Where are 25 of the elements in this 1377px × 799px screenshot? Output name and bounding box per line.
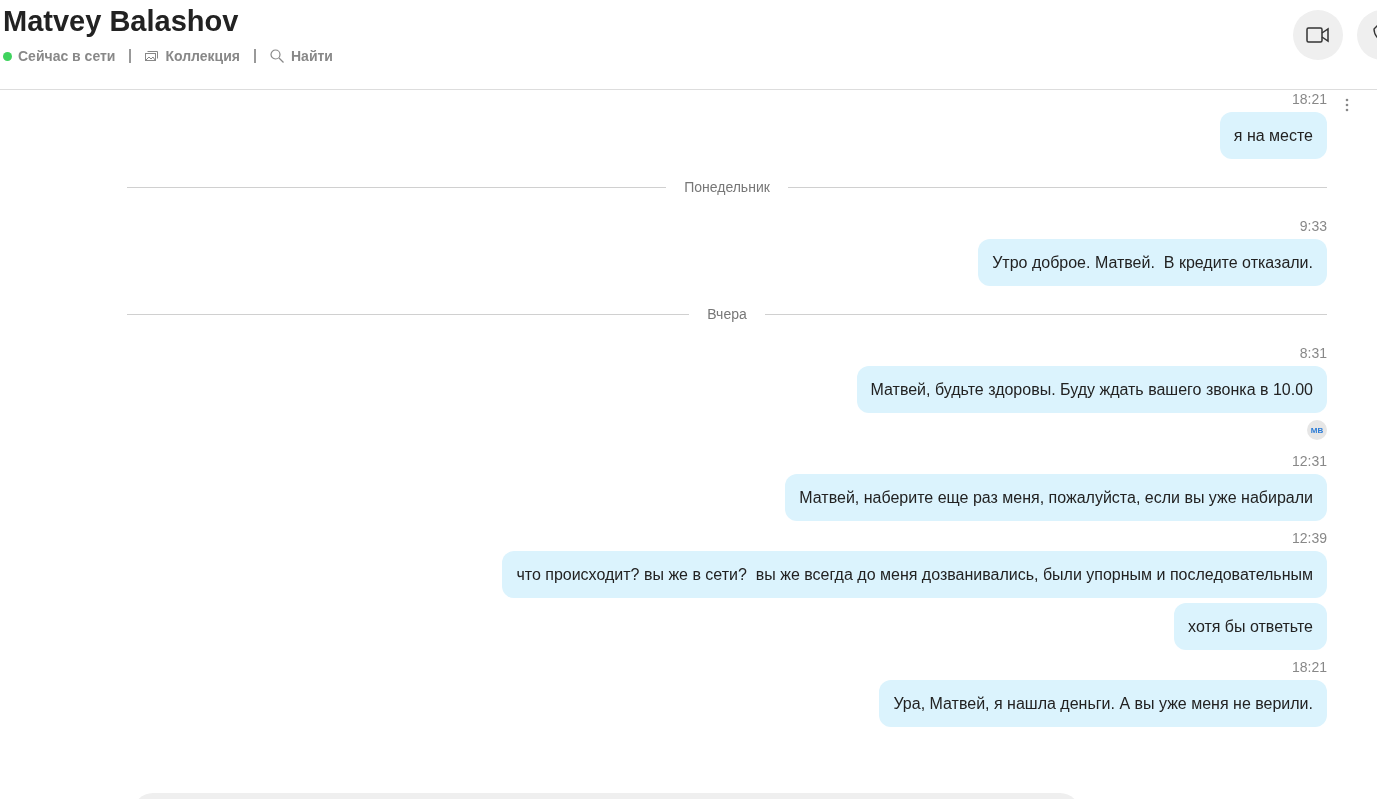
message-bubble: Матвей, наберите еще раз меня, пожалуйста, если вы уже набирали <box>785 474 1327 521</box>
status-text: Сейчас в сети <box>18 48 116 64</box>
date-separator: Понедельник <box>684 179 770 195</box>
message-bubble: я на месте <box>1219 112 1327 159</box>
more-options-icon[interactable] <box>1345 98 1349 112</box>
message-time: 18:21 <box>1291 658 1327 676</box>
contact-name: Matvey Balashov <box>3 4 240 39</box>
search-icon <box>270 49 284 63</box>
message-bubble: Матвей, будьте здоровы. Буду ждать вашего звонка в 10.00 <box>856 366 1327 413</box>
picture-icon <box>145 50 159 62</box>
message-time: 9:33 <box>1299 217 1327 235</box>
message-time: 8:31 <box>1299 344 1327 362</box>
read-receipt-avatar: MB <box>1307 420 1327 440</box>
message-time: 12:31 <box>1291 452 1327 470</box>
gallery-link[interactable]: Коллекция <box>145 48 240 64</box>
message-bubble: хотя бы ответьте <box>1174 603 1327 650</box>
video-call-button[interactable] <box>1293 10 1343 60</box>
message-bubble: Утро доброе. Матвей. В кредите отказали. <box>978 239 1327 286</box>
search-link[interactable]: Найти <box>270 48 333 64</box>
message-time: 18:21 <box>1291 90 1327 108</box>
message-bubble: что происходит? вы же в сети? вы же всегда до меня дозванивались, были упорным и последовательным <box>502 551 1327 598</box>
video-camera-icon <box>1306 26 1330 44</box>
message-time: 12:39 <box>1291 529 1327 547</box>
date-separator: Вчера <box>707 306 747 322</box>
message-bubble: Ура, Матвей, я нашла деньги. А вы уже меня не верили. <box>879 680 1327 727</box>
